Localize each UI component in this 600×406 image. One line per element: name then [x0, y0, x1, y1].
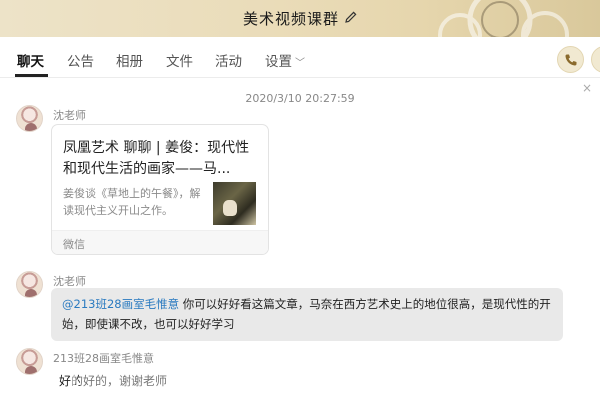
avatar[interactable] [16, 105, 43, 132]
tab-album[interactable]: 相册 [116, 50, 143, 70]
tab-settings[interactable]: 设置 ﹀ [265, 50, 305, 70]
link-card[interactable]: 凤凰艺术 聊聊 | 姜俊：现代性和现代生活的画家——马... 姜俊谈《草地上的午… [51, 124, 269, 255]
phone-icon [564, 54, 576, 66]
message-text: 好的好的，谢谢老师 [59, 374, 168, 388]
group-name: 美术视频课群 [242, 10, 339, 28]
card-thumbnail-image [213, 182, 256, 225]
mention-link[interactable]: @213班28画室毛惟意 [62, 297, 179, 311]
pencil-icon[interactable] [345, 11, 357, 27]
message-timestamp: 2020/3/10 20:27:59 [245, 92, 355, 105]
tab-bar: 聊天 公告 相册 文件 活动 设置﹀ + [0, 37, 600, 78]
card-source: 微信 [63, 238, 85, 251]
avatar[interactable] [16, 348, 43, 375]
tab-activity[interactable]: 活动 [215, 50, 242, 70]
card-title: 凤凰艺术 聊聊 | 姜俊：现代性和现代生活的画家——马... [63, 140, 250, 177]
chevron-down-icon: ﹀ [295, 58, 305, 69]
tab-files[interactable]: 文件 [166, 50, 193, 70]
message-bubble[interactable]: @213班28画室毛惟意 你可以好好看这篇文章，马奈在西方艺术史上的地位很高，是… [51, 288, 563, 341]
active-tab-indicator [15, 74, 48, 77]
card-footer: 微信 [52, 230, 268, 254]
tab-announcement[interactable]: 公告 [67, 50, 94, 70]
tab-chat[interactable]: 聊天 [17, 50, 44, 70]
call-button[interactable] [557, 46, 584, 73]
window-title: 美术视频课群 [0, 8, 600, 29]
sender-name[interactable]: 沈老师 [53, 107, 86, 123]
sender-name[interactable]: 沈老师 [53, 273, 86, 289]
sender-name[interactable]: 213班28画室毛惟意 [53, 350, 154, 366]
avatar[interactable] [16, 271, 43, 298]
title-bar: 美术视频课群 [0, 0, 600, 37]
card-description: 姜俊谈《草地上的午餐》，解读现代主义开山之作。 [63, 187, 201, 217]
tab-settings-label: 设置 [265, 54, 292, 70]
more-button[interactable]: + [591, 46, 600, 73]
